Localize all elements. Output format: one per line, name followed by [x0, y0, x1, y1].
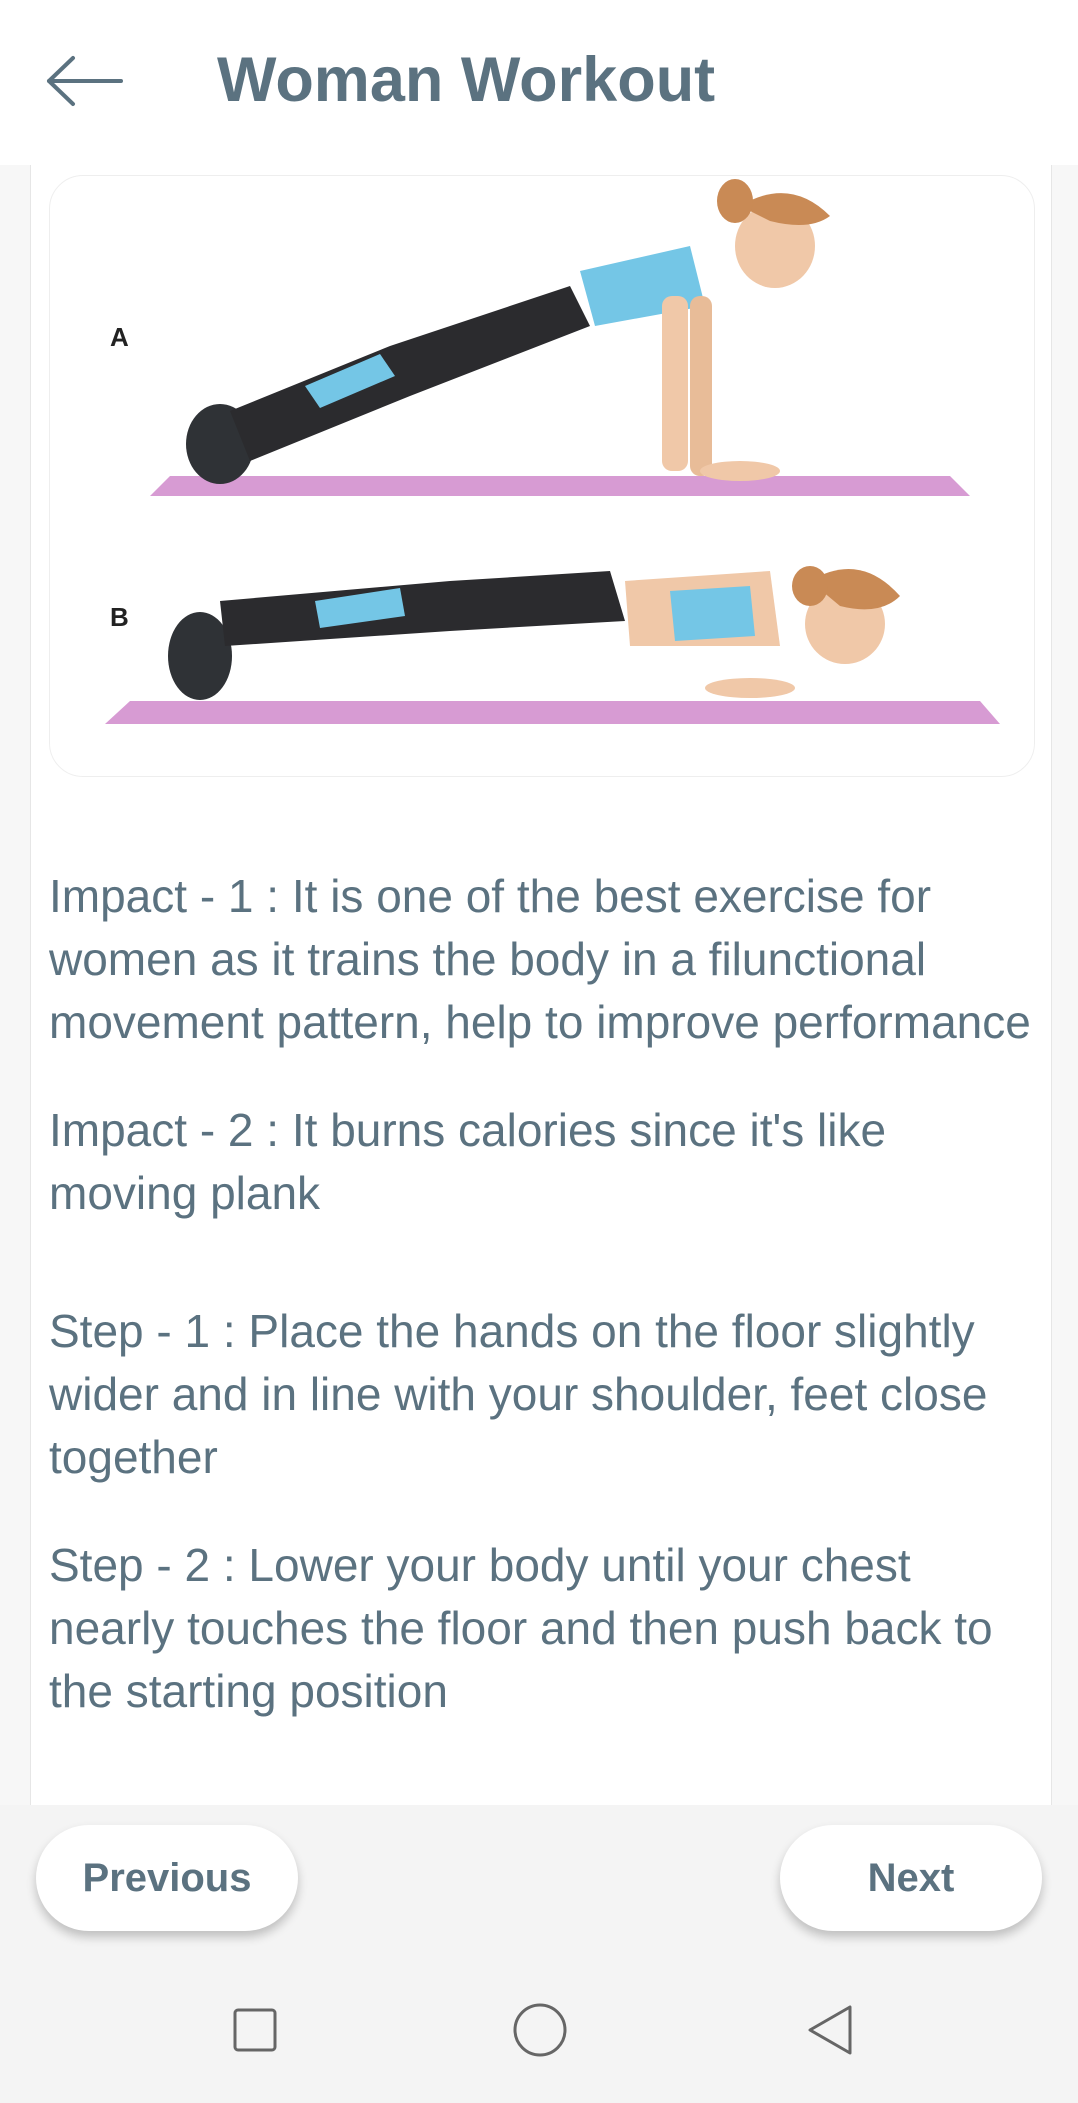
pushup-illustration: A B [105, 179, 1000, 724]
next-button[interactable]: Next [780, 1825, 1042, 1931]
home-button[interactable] [500, 1990, 580, 2070]
page-title: Woman Workout [217, 45, 716, 115]
exercise-description: Impact - 1 : It is one of the best exerc… [49, 865, 1039, 1723]
label-a: A [110, 322, 129, 352]
system-navigation-bar [0, 1960, 1078, 2103]
exercise-card: A B Impact - 1: It is one of the best e… [30, 165, 1052, 1805]
exercise-image: A B [49, 175, 1035, 777]
top-b [670, 586, 755, 641]
label-b: B [110, 602, 129, 632]
leggings-b [220, 571, 625, 646]
app-bar: Woman Workout [0, 0, 1078, 165]
triangle-back-icon [808, 2005, 852, 2055]
arrow-left-icon [47, 56, 123, 106]
impact-1-text: Impact - 1 : It is one of the best exerc… [49, 870, 1031, 1048]
leggings-a [230, 286, 590, 461]
system-back-button[interactable] [790, 1990, 870, 2070]
impact-2-text: Impact - 2 : It burns calories since it'… [49, 1104, 887, 1219]
bottom-button-bar: Previous Next [0, 1805, 1078, 1960]
recents-button[interactable] [215, 1990, 295, 2070]
circle-icon [513, 2003, 567, 2057]
yoga-mat-a [150, 476, 970, 496]
shoe-b [168, 612, 232, 700]
step-2-text: Step - 2 : Lower your body until your ch… [49, 1539, 993, 1717]
back-button[interactable] [40, 46, 130, 116]
previous-button[interactable]: Previous [36, 1825, 298, 1931]
yoga-mat-b [105, 701, 1000, 724]
square-icon [233, 2008, 277, 2052]
step-1-text: Step - 1 : Place the hands on the floor … [49, 1305, 988, 1483]
